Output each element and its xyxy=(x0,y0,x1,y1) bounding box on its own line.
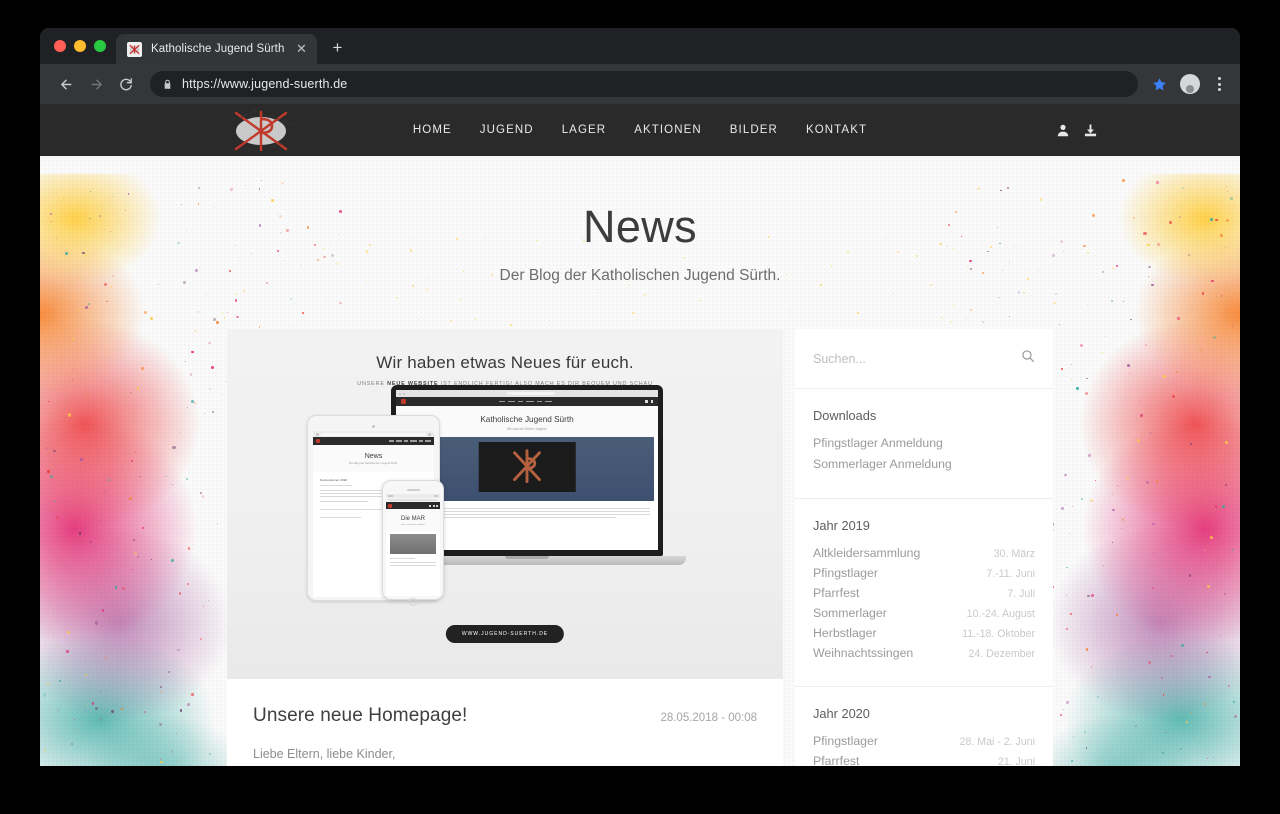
sidebar-year-2020: Jahr 2020 Pfingstlager 28. Mai - 2. Juni… xyxy=(795,687,1053,766)
content-grid: Wir haben etwas Neues für euch. UNSERE N… xyxy=(227,329,1053,766)
post-title[interactable]: Unsere neue Homepage! xyxy=(253,705,467,727)
nav-item-bilder[interactable]: BILDER xyxy=(730,124,778,136)
back-arrow-icon[interactable] xyxy=(52,70,80,98)
header-action-icons xyxy=(1057,124,1097,137)
phone-site-subtitle: Hier sind wir zu sammen xyxy=(401,524,425,526)
reload-icon[interactable] xyxy=(112,70,140,98)
new-tab-button[interactable]: + xyxy=(323,34,351,62)
phone-mockup: Die MAR Hier sind wir zu sammen xyxy=(382,480,444,606)
event-name: Pfarrfest xyxy=(813,586,860,600)
post-header: Unsere neue Homepage! 28.05.2018 - 00:08 xyxy=(253,705,757,727)
event-name: Weihnachtssingen xyxy=(813,646,914,660)
nav-item-aktionen[interactable]: AKTIONEN xyxy=(634,124,702,136)
site-favicon xyxy=(127,41,142,57)
event-date: 30. März xyxy=(993,548,1035,560)
event-date: 21. Juni xyxy=(997,756,1035,766)
event-row: Pfarrfest 7. Juli xyxy=(813,586,1035,600)
nav-item-kontakt[interactable]: KONTAKT xyxy=(806,124,867,136)
event-row: Pfarrfest 21. Juni xyxy=(813,754,1035,766)
sidebar-search xyxy=(795,329,1053,389)
event-date: 10.-24. August xyxy=(966,608,1035,620)
post-body: Unsere neue Homepage! 28.05.2018 - 00:08… xyxy=(227,679,783,766)
featured-url-badge: WWW.JUGEND-SUERTH.DE xyxy=(445,625,565,643)
phone-site-title: Die MAR xyxy=(400,516,425,522)
forward-arrow-icon[interactable] xyxy=(82,70,110,98)
post-column: Wir haben etwas Neues für euch. UNSERE N… xyxy=(227,329,783,766)
address-bar-url: https://www.jugend-suerth.de xyxy=(182,77,348,91)
download-link-sommerlager[interactable]: Sommerlager Anmeldung xyxy=(813,457,1035,471)
event-name: Sommerlager xyxy=(813,606,887,620)
year-2019-heading: Jahr 2019 xyxy=(813,518,870,533)
search-icon[interactable] xyxy=(1021,349,1035,368)
svg-text:KJG: KJG xyxy=(244,146,253,153)
tablet-site-subtitle: Der Blog der Katholischen Jugend Sürth. xyxy=(349,462,398,465)
window-traffic-lights xyxy=(52,28,116,64)
profile-avatar-icon[interactable] xyxy=(1180,74,1200,94)
event-row: Sommerlager 10.-24. August xyxy=(813,606,1035,620)
toolbar-right-actions xyxy=(1146,71,1230,97)
event-date: 24. Dezember xyxy=(968,648,1035,660)
page-subtitle: Der Blog der Katholischen Jugend Sürth. xyxy=(499,267,781,284)
browser-tab[interactable]: Katholische Jugend Sürth ✕ xyxy=(116,34,318,64)
downloads-heading: Downloads xyxy=(813,408,877,423)
featured-headline: Wir haben etwas Neues für euch. xyxy=(376,353,634,372)
maximize-window-button[interactable] xyxy=(94,40,106,52)
sidebar-year-2019: Jahr 2019 Altkleidersammlung 30. März Pf… xyxy=(795,499,1053,687)
minimize-window-button[interactable] xyxy=(74,40,86,52)
address-bar[interactable]: https://www.jugend-suerth.de xyxy=(150,71,1138,97)
search-input[interactable] xyxy=(813,351,983,366)
event-date: 7. Juli xyxy=(1007,588,1035,600)
browser-tab-strip: Katholische Jugend Sürth ✕ + xyxy=(40,28,1240,64)
featured-image[interactable]: Wir haben etwas Neues für euch. UNSERE N… xyxy=(227,329,783,679)
nav-item-home[interactable]: HOME xyxy=(413,124,452,136)
site-header: WIR SIND IN BEWEGUNG KJG SÜRTH HOME JUGE… xyxy=(40,104,1240,156)
bookmark-star-icon[interactable] xyxy=(1146,71,1172,97)
tablet-site-title: News xyxy=(364,453,383,460)
close-icon[interactable]: ✕ xyxy=(293,41,309,57)
browser-window: Katholische Jugend Sürth ✕ + https://www… xyxy=(40,28,1240,766)
post-paragraph: Liebe Eltern, liebe Kinder, xyxy=(253,747,396,761)
page-hero: News Der Blog der Katholischen Jugend Sü… xyxy=(40,156,1240,285)
sidebar-downloads: Downloads Pfingstlager Anmeldung Sommerl… xyxy=(795,389,1053,499)
download-link-pfingstlager[interactable]: Pfingstlager Anmeldung xyxy=(813,436,1035,450)
event-name: Pfingstlager xyxy=(813,734,878,748)
lock-icon xyxy=(162,79,173,90)
browser-toolbar: https://www.jugend-suerth.de xyxy=(40,64,1240,104)
event-name: Herbstlager xyxy=(813,626,877,640)
event-row: Altkleidersammlung 30. März xyxy=(813,546,1035,560)
nav-item-lager[interactable]: LAGER xyxy=(562,124,607,136)
user-icon[interactable] xyxy=(1057,124,1069,137)
event-name: Altkleidersammlung xyxy=(813,546,921,560)
site-navigation: HOME JUGEND LAGER AKTIONEN BILDER KONTAK… xyxy=(413,124,867,136)
year-2020-heading: Jahr 2020 xyxy=(813,706,870,721)
three-dot-menu-icon[interactable] xyxy=(1208,71,1230,97)
post-date: 28.05.2018 - 00:08 xyxy=(660,712,757,724)
event-date: 11.-18. Oktober xyxy=(962,628,1035,640)
event-name: Pfingstlager xyxy=(813,566,878,580)
event-date: 28. Mai - 2. Juni xyxy=(959,736,1035,748)
event-name: Pfarrfest xyxy=(813,754,860,766)
event-date: 7.-11. Juni xyxy=(986,568,1035,580)
close-window-button[interactable] xyxy=(54,40,66,52)
download-icon[interactable] xyxy=(1084,124,1097,137)
event-row: Pfingstlager 28. Mai - 2. Juni xyxy=(813,734,1035,748)
page-viewport: WIR SIND IN BEWEGUNG KJG SÜRTH HOME JUGE… xyxy=(40,104,1240,766)
event-row: Weihnachtssingen 24. Dezember xyxy=(813,646,1035,660)
page-title: News xyxy=(582,201,698,252)
event-row: Pfingstlager 7.-11. Juni xyxy=(813,566,1035,580)
sidebar: Downloads Pfingstlager Anmeldung Sommerl… xyxy=(795,329,1053,766)
chi-rho-logo[interactable]: WIR SIND IN BEWEGUNG KJG SÜRTH xyxy=(222,106,300,154)
browser-tab-title: Katholische Jugend Sürth xyxy=(151,43,285,55)
device-mockups: Katholische Jugend Sürth Wir sind die Sü… xyxy=(227,385,783,635)
event-row: Herbstlager 11.-18. Oktober xyxy=(813,626,1035,640)
nav-item-jugend[interactable]: JUGEND xyxy=(480,124,534,136)
